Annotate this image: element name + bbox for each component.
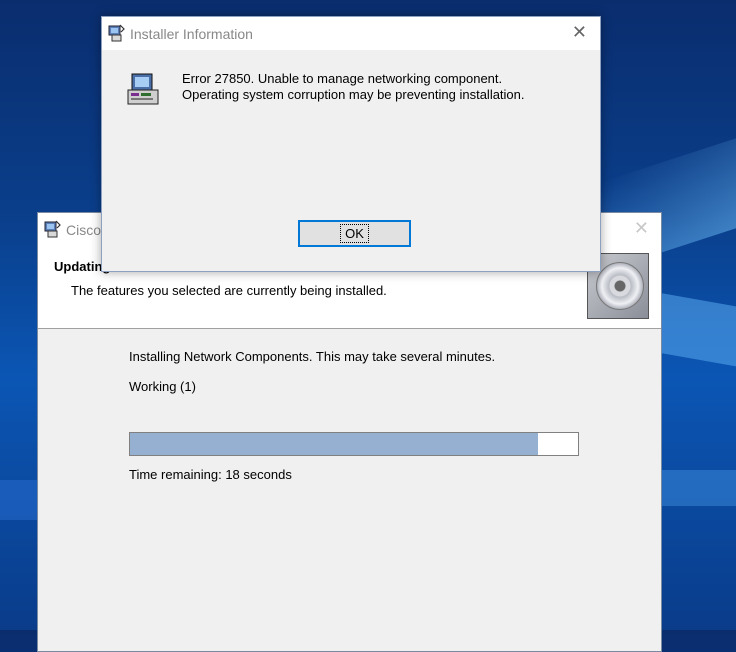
installer-information-dialog: Installer Information ✕ Error 27850. Una…	[101, 16, 601, 272]
installer-computer-icon	[127, 73, 159, 105]
installer-app-icon	[44, 220, 61, 238]
install-progress-bar	[129, 432, 579, 456]
close-icon[interactable]: ✕	[572, 22, 587, 43]
header-subtitle: The features you selected are currently …	[71, 283, 387, 298]
installer-app-icon	[108, 24, 125, 42]
installer-window-title: Cisco	[66, 222, 102, 238]
ok-button-label: OK	[340, 224, 369, 243]
dialog-message: Error 27850. Unable to manage networking…	[182, 71, 525, 103]
ok-button[interactable]: OK	[298, 220, 411, 247]
desktop-light-beam	[650, 470, 736, 506]
progress-bar-fill	[130, 433, 538, 455]
dialog-title-bar[interactable]: Installer Information ✕	[102, 17, 600, 50]
install-status-text: Installing Network Components. This may …	[129, 349, 496, 364]
working-status-text: Working (1)	[129, 379, 196, 394]
time-remaining-text: Time remaining: 18 seconds	[129, 467, 292, 482]
desktop-light-beam	[0, 480, 40, 520]
close-icon[interactable]: ✕	[634, 218, 649, 239]
installer-window: Cisco ✕ Updating The features you select…	[37, 212, 662, 652]
dialog-message-line2: Operating system corruption may be preve…	[182, 87, 525, 102]
dialog-title: Installer Information	[130, 26, 253, 42]
dialog-message-line1: Error 27850. Unable to manage networking…	[182, 71, 503, 86]
